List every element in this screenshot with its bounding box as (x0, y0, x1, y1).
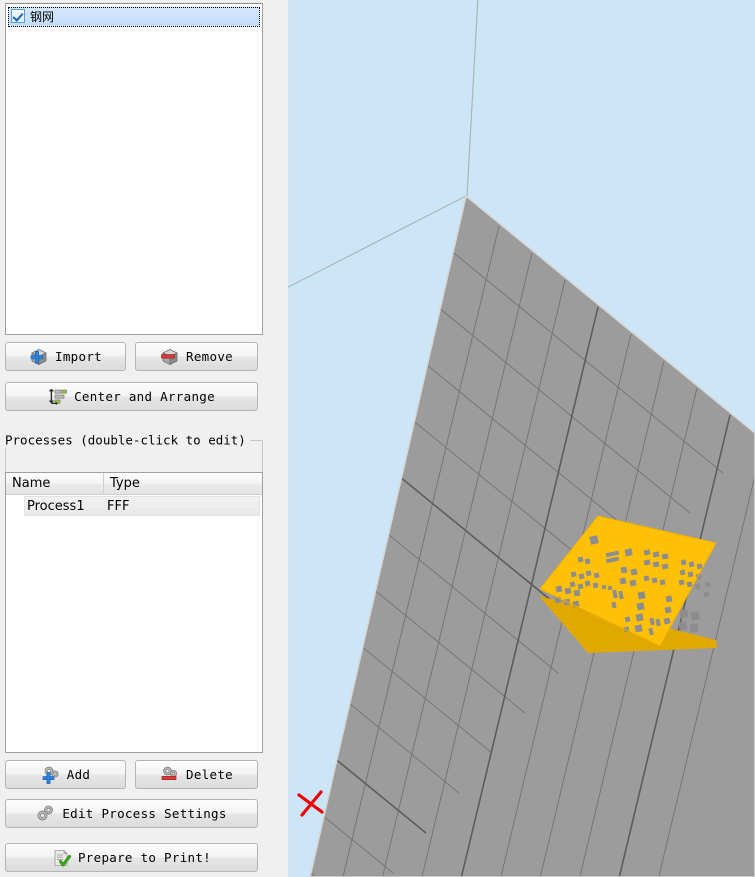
edit-process-settings-button-label: Edit Process Settings (62, 806, 227, 821)
table-header-row: Name Type (6, 473, 262, 495)
center-and-arrange-button-label: Center and Arrange (74, 389, 215, 404)
model-name-label: 钢网 (30, 10, 55, 24)
list-item[interactable]: 钢网 (8, 7, 260, 27)
process-name-cell: Process1 (27, 498, 85, 514)
3d-viewport[interactable] (288, 0, 755, 877)
add-process-button[interactable]: Add (5, 760, 126, 789)
edit-process-settings-button[interactable]: Edit Process Settings (5, 799, 258, 828)
application-window: 钢网 Import Remove Center and Arrange Proc… (0, 0, 755, 877)
table-row[interactable]: Process1 FFF (24, 496, 260, 516)
import-button[interactable]: Import (5, 342, 126, 371)
gears-icon (36, 805, 56, 823)
document-check-icon (52, 849, 72, 867)
column-header-type: Type (110, 476, 140, 491)
processes-group-title: Processes (double-click to edit) (5, 432, 250, 448)
remove-button-label: Remove (186, 349, 233, 364)
remove-button[interactable]: Remove (135, 342, 258, 371)
prepare-to-print-button[interactable]: Prepare to Print! (5, 843, 258, 872)
delete-process-button[interactable]: Delete (135, 760, 258, 789)
3d-scene[interactable] (288, 0, 755, 877)
column-header-name: Name (6, 473, 104, 494)
add-process-button-label: Add (66, 767, 91, 782)
checkbox-checked-icon[interactable] (11, 9, 25, 23)
arrange-icon (48, 388, 68, 405)
gears-plus-icon (41, 766, 61, 784)
cube-minus-icon (160, 348, 180, 366)
import-button-label: Import (55, 349, 102, 364)
processes-table[interactable]: Name Type Process1 FFF (5, 472, 263, 753)
cube-plus-icon (29, 348, 49, 366)
process-type-cell: FFF (107, 498, 130, 514)
models-list[interactable]: 钢网 (5, 3, 263, 335)
gears-minus-icon (160, 766, 180, 784)
delete-process-button-label: Delete (186, 767, 233, 782)
left-control-panel: 钢网 Import Remove Center and Arrange Proc… (0, 0, 283, 877)
prepare-to-print-button-label: Prepare to Print! (77, 850, 212, 865)
center-and-arrange-button[interactable]: Center and Arrange (5, 382, 258, 411)
